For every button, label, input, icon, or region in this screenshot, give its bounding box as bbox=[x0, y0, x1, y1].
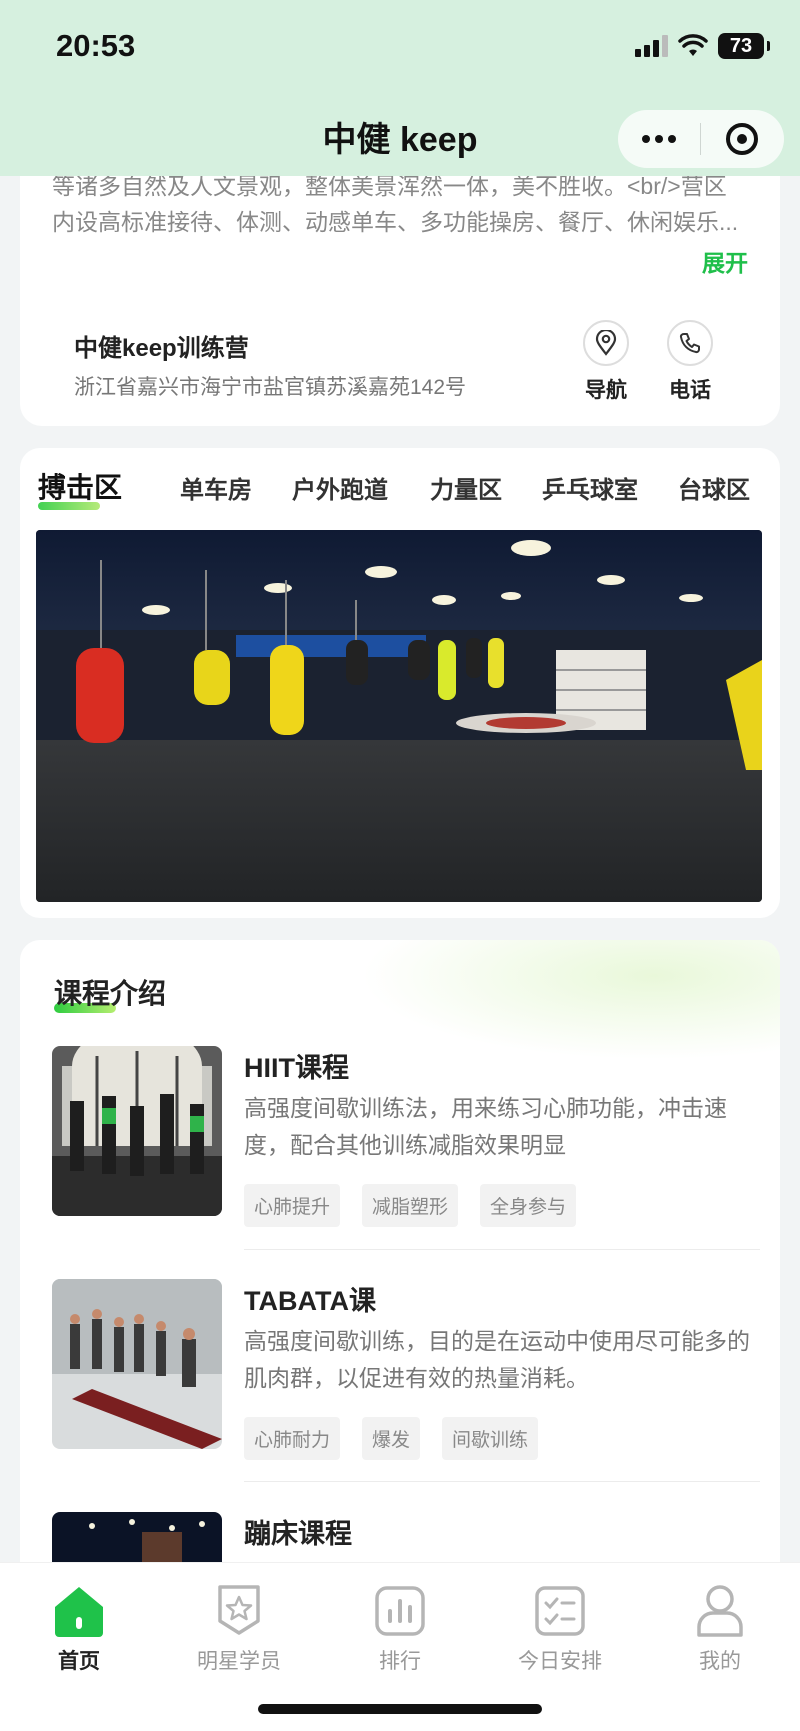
tabbar-item-home[interactable]: 首页 bbox=[19, 1577, 139, 1675]
star-badge-icon bbox=[179, 1577, 299, 1637]
checklist-icon bbox=[500, 1577, 620, 1637]
cellular-signal-icon bbox=[635, 35, 668, 57]
course-divider bbox=[244, 1249, 760, 1250]
phone-button[interactable]: 电话 bbox=[660, 320, 720, 404]
course-title: TABATA课 bbox=[244, 1286, 376, 1316]
course-description: 高强度间歇训练，目的是在运动中使用尽可能多的肌肉群，以促进有效的热量消耗。 bbox=[244, 1328, 750, 1391]
home-icon bbox=[19, 1577, 139, 1637]
status-time: 20:53 bbox=[56, 28, 136, 63]
course-tag: 心肺提升 bbox=[244, 1184, 341, 1227]
more-options-icon[interactable] bbox=[618, 135, 700, 143]
tabbar-item-today-schedule[interactable]: 今日安排 bbox=[500, 1577, 620, 1675]
zone-photo-carousel[interactable] bbox=[36, 530, 762, 902]
camp-intro-card: 等诸多自然及人文景观，整体美景浑然一体，美不胜收。<br/>营区 内设高标准接待… bbox=[20, 150, 780, 426]
tab-strength-zone[interactable]: 力量区 bbox=[430, 470, 502, 505]
navigation-label: 导航 bbox=[585, 379, 627, 402]
course-tag: 爆发 bbox=[362, 1417, 421, 1460]
user-icon bbox=[660, 1577, 780, 1637]
location-pin-icon bbox=[583, 320, 629, 366]
course-divider bbox=[244, 1481, 760, 1482]
active-tab-indicator bbox=[38, 502, 100, 510]
course-intro-card: 课程介绍 HIIT课程 高强度间歇训练法，用来练习心肺功能，冲击速度，配合其他训… bbox=[20, 940, 780, 1600]
tab-billiards[interactable]: 台球区 bbox=[678, 470, 750, 505]
phone-label: 电话 bbox=[669, 379, 711, 402]
mini-program-capsule bbox=[618, 110, 784, 168]
home-indicator bbox=[258, 1704, 542, 1714]
tabbar-label: 今日安排 bbox=[518, 1650, 602, 1673]
phone-icon bbox=[667, 320, 713, 366]
status-icons: 73 bbox=[635, 30, 770, 62]
navigation-button[interactable]: 导航 bbox=[576, 320, 636, 404]
course-thumbnail bbox=[52, 1279, 222, 1449]
battery-icon: 73 bbox=[718, 33, 770, 59]
course-tag: 减脂塑形 bbox=[362, 1184, 459, 1227]
camp-address: 浙江省嘉兴市海宁市盐官镇苏溪嘉苑142号 bbox=[74, 376, 467, 399]
camp-name: 中健keep训练营 bbox=[74, 335, 249, 362]
course-tag: 全身参与 bbox=[480, 1184, 577, 1227]
course-description: 高强度间歇训练法，用来练习心肺功能，冲击速度，配合其他训练减脂效果明显 bbox=[244, 1095, 727, 1158]
tabbar-label: 排行 bbox=[379, 1650, 421, 1673]
tab-boxing-zone[interactable]: 搏击区 bbox=[38, 466, 123, 510]
tabbar-label: 我的 bbox=[699, 1650, 741, 1673]
top-header: 20:53 73 中健 keep bbox=[0, 0, 800, 176]
tab-label: 搏击区 bbox=[38, 472, 123, 503]
description-line: 内设高标准接待、体测、动感单车、多功能操房、餐厅、休闲娱乐... bbox=[52, 209, 739, 235]
section-title: 课程介绍 bbox=[54, 978, 167, 1009]
tab-table-tennis[interactable]: 乒乓球室 bbox=[542, 470, 638, 505]
course-tag: 心肺耐力 bbox=[244, 1417, 341, 1460]
course-title: 蹦床课程 bbox=[244, 1519, 352, 1549]
tab-cycling-room[interactable]: 单车房 bbox=[180, 470, 252, 505]
course-tags: 心肺耐力 爆发 间歇训练 bbox=[244, 1417, 539, 1460]
tab-outdoor-track[interactable]: 户外跑道 bbox=[292, 470, 388, 505]
tabbar-label: 明星学员 bbox=[197, 1650, 281, 1673]
course-tags: 心肺提升 减脂塑形 全身参与 bbox=[244, 1184, 577, 1227]
facility-zones-card: 搏击区 单车房 户外跑道 力量区 乒乓球室 台球区 bbox=[20, 448, 780, 918]
course-thumbnail bbox=[52, 1046, 222, 1216]
course-tag: 间歇训练 bbox=[442, 1417, 539, 1460]
expand-link[interactable]: 展开 bbox=[702, 244, 748, 278]
tabbar-item-star-students[interactable]: 明星学员 bbox=[179, 1577, 299, 1675]
tabbar-item-ranking[interactable]: 排行 bbox=[340, 1577, 460, 1675]
course-title: HIIT课程 bbox=[244, 1053, 349, 1083]
bar-chart-icon bbox=[340, 1577, 460, 1637]
wifi-icon bbox=[678, 34, 708, 56]
camp-description: 等诸多自然及人文景观，整体美景浑然一体，美不胜收。<br/>营区 内设高标准接待… bbox=[52, 168, 752, 240]
tabbar-item-profile[interactable]: 我的 bbox=[660, 1577, 780, 1675]
close-program-icon[interactable] bbox=[701, 123, 783, 155]
tabbar-label: 首页 bbox=[58, 1650, 100, 1673]
